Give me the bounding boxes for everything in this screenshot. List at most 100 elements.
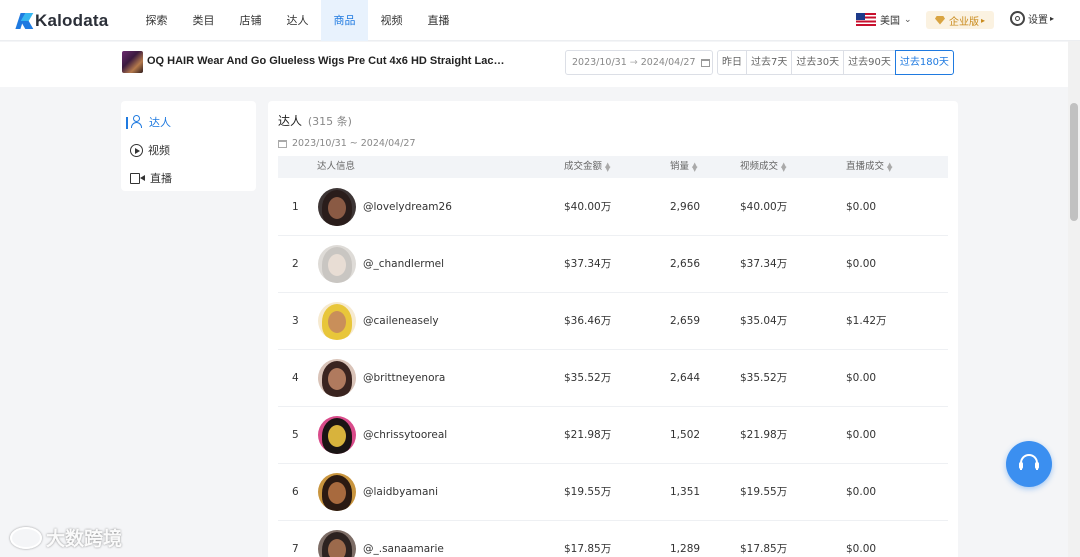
side-menu-item[interactable]: 视频 (121, 136, 256, 164)
date-end: 2024/04/27 (640, 57, 696, 68)
avatar[interactable] (318, 530, 356, 557)
diamond-icon (934, 15, 945, 25)
column-label: 视频成交 (740, 161, 779, 172)
period-button[interactable]: 昨日 (717, 50, 747, 75)
sales-value: 2,960 (670, 201, 701, 213)
side-menu-item[interactable]: 直播 (121, 164, 256, 192)
live-gmv-value: $0.00 (846, 201, 877, 213)
creator-handle[interactable]: @brittneyenora (363, 350, 445, 406)
date-arrow: → (629, 57, 638, 68)
gear-icon (1010, 11, 1025, 26)
creator-handle[interactable]: @_chandlermel (363, 236, 444, 292)
nav-item[interactable]: 直播 (415, 0, 462, 41)
us-flag-icon (856, 13, 876, 26)
table-row[interactable]: 2 @_chandlermel $37.34万 2,656 $37.34万 $0.00 (278, 236, 948, 293)
avatar[interactable] (318, 359, 356, 397)
video-gmv-value: $37.34万 (740, 258, 788, 270)
table-row[interactable]: 3 @caileneasely $36.46万 2,659 $35.04万 $1.42万 (278, 293, 948, 350)
headset-icon (1019, 454, 1039, 470)
nav-item[interactable]: 类目 (180, 0, 227, 41)
creator-handle[interactable]: @chrissytooreal (363, 407, 447, 463)
creator-handle[interactable]: @caileneasely (363, 293, 439, 349)
kalodata-logo[interactable]: Kalodata (15, 10, 109, 32)
table-header: 达人信息 成交金额 ▲ ▼ 销量 ▲ ▼ 视频成交 ▲ ▼ 直播成交 ▲ ▼ (278, 156, 948, 178)
calendar-icon (700, 58, 710, 67)
column-label: 达人信息 (317, 161, 356, 172)
region-selector[interactable]: 美国 ⌄ (856, 12, 912, 27)
product-bar: OQ HAIR Wear And Go Glueless Wigs Pre Cu… (0, 42, 1080, 87)
sales-value: 2,644 (670, 372, 701, 384)
avatar[interactable] (318, 473, 356, 511)
calendar-icon (278, 139, 287, 148)
side-menu-item[interactable]: 达人 (121, 108, 256, 136)
sort-icon[interactable]: ▲ ▼ (781, 161, 788, 172)
period-button[interactable]: 过去90天 (843, 50, 896, 75)
scrollbar-thumb[interactable] (1070, 103, 1078, 221)
rank: 4 (292, 372, 299, 384)
video-gmv-value: $19.55万 (740, 486, 788, 498)
date-range-picker[interactable]: 2023/10/31 → 2024/04/27 (565, 50, 713, 75)
region-label: 美国 (880, 16, 900, 27)
logo-text: Kalodata (35, 11, 109, 30)
nav-item[interactable]: 探索 (133, 0, 180, 41)
sort-icon[interactable]: ▲ ▼ (887, 161, 894, 172)
video-gmv-value: $17.85万 (740, 543, 788, 555)
table-row[interactable]: 4 @brittneyenora $35.52万 2,644 $35.52万 $0.00 (278, 350, 948, 407)
live-gmv-value: $1.42万 (846, 315, 887, 327)
video-gmv-value: $35.52万 (740, 372, 788, 384)
period-button[interactable]: 过去180天 (894, 50, 954, 75)
gmv-value: $19.55万 (564, 486, 612, 498)
live-gmv-value: $0.00 (846, 486, 877, 498)
period-button[interactable]: 过去7天 (746, 50, 793, 75)
date-start: 2023/10/31 (572, 57, 627, 68)
rank: 7 (292, 543, 299, 555)
sort-icon[interactable]: ▲ ▼ (692, 161, 699, 172)
table-row[interactable]: 5 @chrissytooreal $21.98万 1,502 $21.98万 $0.00 (278, 407, 948, 464)
avatar[interactable] (318, 302, 356, 340)
kalodata-logo-icon (15, 13, 34, 29)
period-button[interactable]: 过去30天 (791, 50, 845, 75)
gmv-value: $37.34万 (564, 258, 612, 270)
sales-value: 2,656 (670, 258, 701, 270)
rank: 3 (292, 315, 299, 327)
watermark-text: 大数跨境 (46, 528, 123, 550)
sort-icon[interactable]: ▲ ▼ (605, 161, 612, 172)
nav-item[interactable]: 店铺 (227, 0, 274, 41)
nav-item[interactable]: 达人 (274, 0, 321, 41)
column-header-live-gmv[interactable]: 直播成交 ▲ ▼ (846, 156, 894, 178)
settings-button[interactable]: 设置 ▸ (1010, 11, 1054, 26)
product-title[interactable]: OQ HAIR Wear And Go Glueless Wigs Pre Cu… (147, 55, 507, 67)
panel-date-range: 2023/10/31 ~ 2024/04/27 (278, 138, 416, 149)
sales-value: 1,351 (670, 486, 701, 498)
creator-handle[interactable]: @laidbyamani (363, 464, 438, 520)
sales-value: 1,289 (670, 543, 701, 555)
customer-support-button[interactable] (1006, 441, 1052, 487)
product-thumbnail[interactable] (122, 51, 143, 73)
gmv-value: $35.52万 (564, 372, 612, 384)
creator-handle[interactable]: @lovelydream26 (363, 179, 452, 235)
nav-item[interactable]: 视频 (368, 0, 415, 41)
table-row[interactable]: 7 @_.sanaamarie $17.85万 1,289 $17.85万 $0.00 (278, 521, 948, 557)
live-gmv-value: $0.00 (846, 372, 877, 384)
chevron-down-icon: ⌄ (904, 14, 912, 25)
nav-item[interactable]: 商品 (321, 0, 368, 41)
column-header-sales[interactable]: 销量 ▲ ▼ (670, 156, 699, 178)
avatar[interactable] (318, 245, 356, 283)
watermark: 大数跨境 (10, 524, 122, 551)
column-label: 直播成交 (846, 161, 885, 172)
page-scrollbar[interactable] (1068, 41, 1080, 557)
video-camera-icon (130, 172, 145, 184)
side-menu-label: 视频 (148, 144, 170, 157)
table-row[interactable]: 6 @laidbyamani $19.55万 1,351 $19.55万 $0.00 (278, 464, 948, 521)
enterprise-button[interactable]: 企业版 ▸ (926, 11, 994, 29)
avatar[interactable] (318, 416, 356, 454)
table-row[interactable]: 1 @lovelydream26 $40.00万 2,960 $40.00万 $0.00 (278, 179, 948, 236)
avatar[interactable] (318, 188, 356, 226)
column-header-gmv[interactable]: 成交金额 ▲ ▼ (564, 156, 612, 178)
creator-handle[interactable]: @_.sanaamarie (363, 521, 444, 557)
rank: 2 (292, 258, 299, 270)
panel-title-text: 达人 (278, 114, 303, 128)
column-header-video-gmv[interactable]: 视频成交 ▲ ▼ (740, 156, 788, 178)
rank: 1 (292, 201, 299, 213)
sales-value: 1,502 (670, 429, 701, 441)
